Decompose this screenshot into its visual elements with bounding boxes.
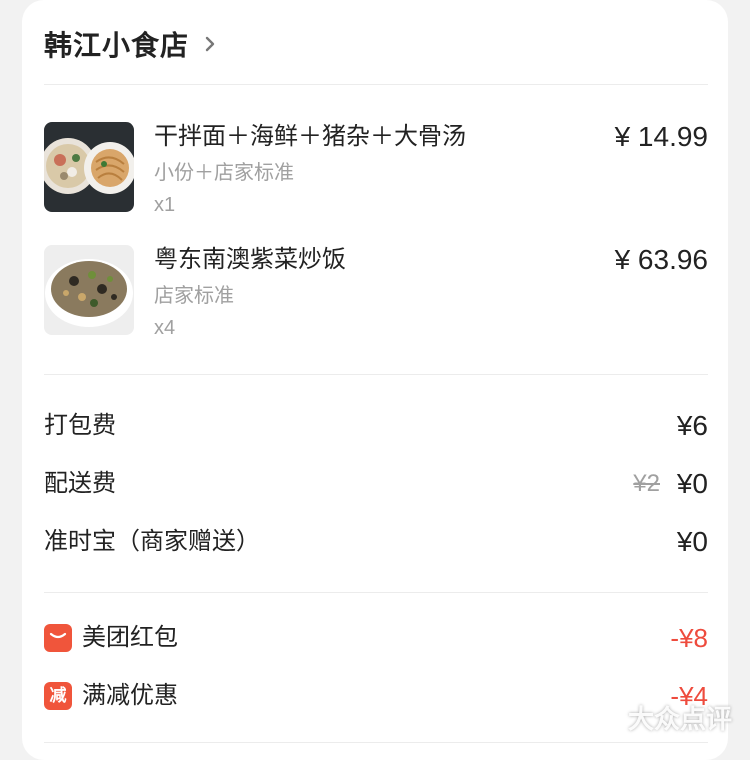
order-item[interactable]: 粤东南澳紫菜炒饭 店家标准 x4 ¥ 63.96 <box>44 245 708 345</box>
red-envelope-icon <box>44 624 72 652</box>
store-header[interactable]: 韩江小食店 <box>44 22 219 66</box>
item-quantity: x4 <box>154 315 175 341</box>
promo-label: 美团红包 <box>82 620 178 656</box>
dianping-logo-icon <box>588 703 622 733</box>
watermark: 大众点评 <box>588 699 732 736</box>
chevron-right-icon[interactable] <box>201 35 219 53</box>
item-spec: 店家标准 <box>154 283 234 309</box>
order-item[interactable]: 干拌面＋海鲜＋猪杂＋大骨汤 小份＋店家标准 x1 ¥ 14.99 <box>44 122 708 222</box>
item-spec: 小份＋店家标准 <box>154 160 294 186</box>
ontime-guarantee-label: 准时宝（商家赠送） <box>44 524 260 560</box>
divider <box>44 374 708 375</box>
discount-badge-text: 减 <box>50 682 67 710</box>
delivery-fee-value: ¥0 <box>677 466 708 502</box>
divider <box>44 742 708 743</box>
promo-row-red-envelope: 美团红包 -¥8 <box>44 620 708 656</box>
fried-rice-photo <box>44 245 134 335</box>
packing-fee-value: ¥6 <box>677 408 708 444</box>
item-price: ¥ 63.96 <box>615 245 708 275</box>
delivery-fee-row: 配送费 ¥2 ¥0 <box>44 466 708 502</box>
delivery-fee-label: 配送费 <box>44 466 116 502</box>
item-price: ¥ 14.99 <box>615 122 708 152</box>
promo-value: -¥8 <box>670 620 708 656</box>
item-name: 粤东南澳紫菜炒饭 <box>154 245 346 275</box>
promo-label: 满减优惠 <box>82 678 178 714</box>
store-name[interactable]: 韩江小食店 <box>44 24 189 64</box>
order-card: 韩江小食店 干拌面＋海鲜＋猪杂＋大骨汤 小份＋店家标准 x1 <box>22 0 728 760</box>
packing-fee-row: 打包费 ¥6 <box>44 408 708 444</box>
divider <box>44 592 708 593</box>
delivery-fee-original: ¥2 <box>633 466 660 502</box>
item-quantity: x1 <box>154 192 175 218</box>
ontime-guarantee-value: ¥0 <box>677 524 708 560</box>
noodle-soup-photo <box>44 122 134 212</box>
item-name: 干拌面＋海鲜＋猪杂＋大骨汤 <box>154 122 466 152</box>
divider <box>44 84 708 85</box>
ontime-guarantee-row: 准时宝（商家赠送） ¥0 <box>44 524 708 560</box>
packing-fee-label: 打包费 <box>44 408 116 444</box>
discount-badge-icon: 减 <box>44 682 72 710</box>
watermark-text: 大众点评 <box>628 699 732 736</box>
